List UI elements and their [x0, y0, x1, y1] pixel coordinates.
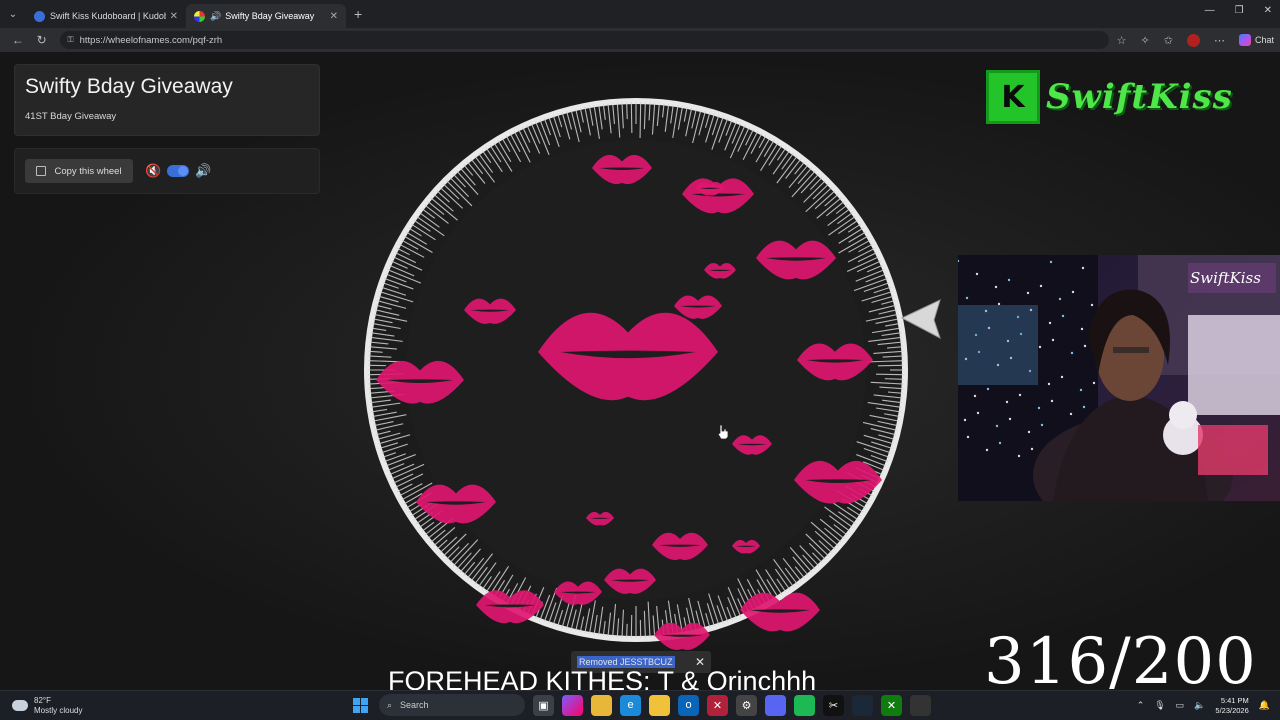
steam-icon[interactable] — [852, 694, 873, 716]
hand-cursor-icon — [717, 424, 729, 440]
mic-icon[interactable]: 🎙 — [1154, 700, 1165, 711]
clock-date: 5/23/2026 — [1215, 705, 1249, 715]
wheel-title[interactable]: Swifty Bday Giveaway — [25, 75, 309, 99]
reload-icon[interactable]: ↻ — [30, 33, 54, 47]
mute-icon[interactable]: 🔇 — [145, 163, 161, 179]
minimize-icon[interactable]: — — [1205, 5, 1215, 16]
streaming-app-icon[interactable]: ✕ — [707, 694, 728, 716]
extensions-icon[interactable]: ✧ — [1141, 34, 1150, 47]
task-view-icon[interactable]: ▣ — [533, 694, 554, 716]
webcam-image: SwiftKiss — [958, 255, 1280, 501]
discord-icon[interactable] — [765, 694, 786, 716]
favorites-icon[interactable]: ✩ — [1164, 34, 1173, 47]
wheel-graphic[interactable] — [360, 90, 912, 651]
taskbar-search[interactable]: ⌕ Search — [379, 694, 525, 716]
browser-toolbar: ← ↻ ⚿ https://wheelofnames.com/pqf-zrh ☆… — [0, 28, 1280, 52]
close-window-icon[interactable]: ✕ — [1264, 5, 1272, 16]
capcut-icon[interactable]: ✂ — [823, 694, 844, 716]
cloud-icon — [12, 700, 28, 712]
logo-text: SwiftKiss — [1046, 77, 1233, 117]
spotify-icon[interactable] — [794, 694, 815, 716]
back-icon[interactable]: ← — [6, 33, 30, 47]
window-controls: — ❐ ✕ — [1205, 5, 1272, 16]
chat-label: Chat — [1254, 35, 1274, 45]
search-placeholder: Search — [400, 700, 429, 710]
tab-label: Swift Kiss Kudoboard | Kudoboard — [50, 11, 166, 21]
copilot-chat-button[interactable]: Chat — [1238, 34, 1274, 46]
tab-kudoboard[interactable]: Swift Kiss Kudoboard | Kudoboard ✕ — [26, 4, 186, 28]
weather-desc: Mostly cloudy — [34, 705, 83, 715]
new-tab-icon[interactable]: + — [354, 6, 362, 22]
kudoboard-favicon-icon — [34, 10, 45, 22]
windows-logo-icon — [353, 697, 368, 713]
more-menu-icon[interactable]: ⋯ — [1214, 34, 1225, 47]
webcam-feed: SwiftKiss — [958, 255, 1280, 501]
volume-tray-icon[interactable]: 🔈 — [1194, 700, 1205, 711]
weather-widget[interactable]: 82°F Mostly cloudy — [12, 696, 82, 715]
toggle-knob — [178, 166, 189, 176]
restore-icon[interactable]: ❐ — [1235, 5, 1244, 16]
browser-tab-bar: ⌄ Swift Kiss Kudoboard | Kudoboard ✕ 🔊 S… — [0, 0, 1280, 28]
clock[interactable]: 5:41 PM 5/23/2026 — [1215, 696, 1248, 716]
address-bar[interactable]: ⚿ https://wheelofnames.com/pqf-zrh — [59, 31, 1109, 49]
wheel-controls: Copy this wheel 🔇 🔊 — [14, 148, 320, 194]
settings-icon[interactable]: ⚙ — [736, 694, 757, 716]
speaker-icon[interactable]: 🔊 — [210, 11, 221, 22]
favorite-star-icon[interactable]: ☆ — [1117, 34, 1127, 47]
logo-k-badge: K — [986, 70, 1040, 124]
windows-taskbar: 82°F Mostly cloudy ⌕ Search ▣ e o ✕ ⚙ ✂ ✕… — [0, 690, 1280, 720]
swiftkiss-logo: K SwiftKiss — [986, 70, 1233, 124]
wheel-title-card: Swifty Bday Giveaway 41ST Bday Giveaway — [14, 64, 320, 136]
sound-toggle[interactable] — [167, 165, 190, 177]
weather-temp: 82°F — [34, 696, 51, 705]
clock-time: 5:41 PM — [1220, 696, 1249, 705]
search-icon: ⌕ — [387, 699, 393, 710]
start-button[interactable] — [350, 695, 371, 716]
notification-bell-icon[interactable]: 🔔 — [1259, 700, 1270, 711]
copilot-icon — [1238, 34, 1251, 46]
tab-wheel[interactable]: 🔊 Swifty Bday Giveaway ✕ — [186, 4, 346, 28]
wheel-description[interactable]: 41ST Bday Giveaway — [25, 111, 309, 122]
app-icon[interactable] — [910, 694, 931, 716]
copy-icon — [36, 166, 47, 176]
close-tab-icon[interactable]: ✕ — [330, 11, 338, 22]
webcam-sign-text: SwiftKiss — [1190, 269, 1261, 287]
wheelofnames-favicon-icon — [194, 10, 205, 22]
store-icon[interactable] — [649, 694, 670, 716]
edge-icon[interactable]: e — [620, 694, 641, 716]
goal-counter: 316/200 — [984, 625, 1257, 699]
screen: ⌄ Swift Kiss Kudoboard | Kudoboard ✕ 🔊 S… — [0, 0, 1280, 720]
volume-icon[interactable]: 🔊 — [195, 163, 211, 179]
copilot-app-icon[interactable] — [562, 694, 583, 716]
close-tab-icon[interactable]: ✕ — [170, 11, 178, 22]
wheel-pointer-icon — [900, 299, 941, 340]
system-tray: ⌃ 🎙 ▭ 🔈 5:41 PM 5/23/2026 🔔 — [1137, 696, 1270, 716]
tab-search-icon[interactable]: ⌄ — [0, 0, 26, 28]
site-info-icon[interactable]: ⚿ — [68, 35, 74, 45]
taskbar-apps: ⌕ Search ▣ e o ✕ ⚙ ✂ ✕ — [350, 694, 931, 716]
file-explorer-icon[interactable] — [591, 694, 612, 716]
copy-wheel-button[interactable]: Copy this wheel — [25, 159, 133, 183]
profile-avatar-icon[interactable] — [1186, 33, 1200, 47]
xbox-icon[interactable]: ✕ — [881, 694, 902, 716]
chevron-up-icon[interactable]: ⌃ — [1137, 700, 1145, 711]
spin-wheel[interactable] — [360, 90, 912, 651]
url-text: https://wheelofnames.com/pqf-zrh — [79, 34, 223, 46]
copy-wheel-label: Copy this wheel — [54, 165, 122, 177]
outlook-icon[interactable]: o — [678, 694, 699, 716]
tab-label: Swifty Bday Giveaway — [225, 11, 315, 21]
network-icon[interactable]: ▭ — [1176, 700, 1185, 711]
